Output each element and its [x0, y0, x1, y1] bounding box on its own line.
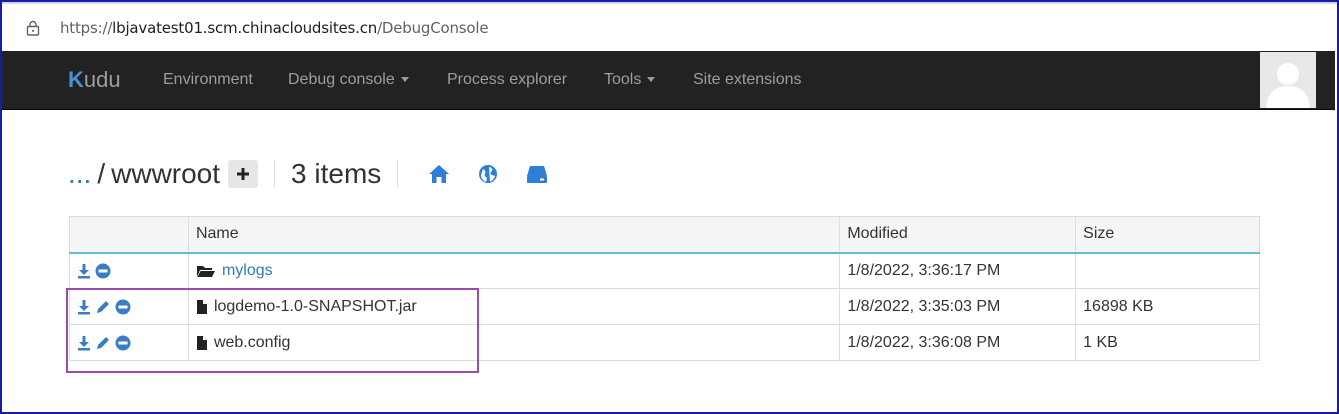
screenshot-frame [0, 0, 1339, 414]
